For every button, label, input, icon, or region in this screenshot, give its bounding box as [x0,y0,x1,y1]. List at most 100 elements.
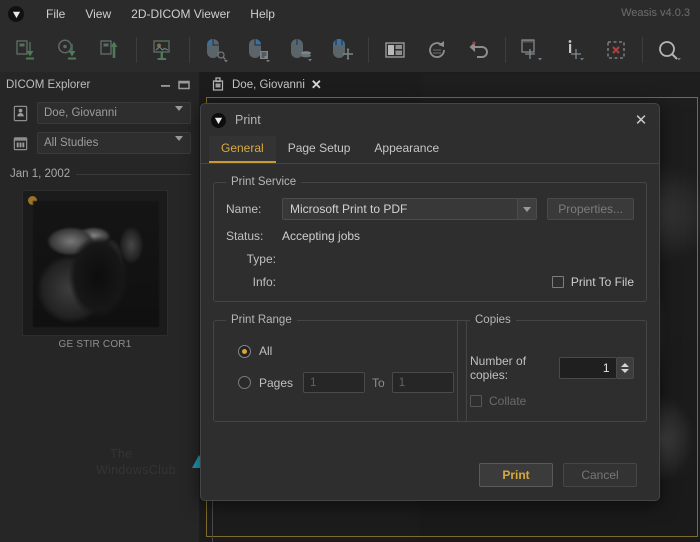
print-to-file-label: Print To File [570,275,634,289]
annotation-icon[interactable] [554,31,594,69]
range-pages-label: Pages [259,375,294,390]
checkbox-box [551,276,564,288]
tab-appearance[interactable]: Appearance [362,136,451,163]
patient-tab-icon [210,76,226,95]
printer-status-row: Status: Accepting jobs [226,229,634,243]
chevron-down-icon[interactable] [517,199,537,219]
menu-file[interactable]: File [36,3,75,25]
print-to-file-checkbox[interactable]: Print To File [551,275,634,289]
undo-icon[interactable] [459,31,499,69]
mouse-wheel-action-icon[interactable] [280,31,320,69]
print-dialog-body: Print Service Name: Microsoft Print to P… [201,164,659,422]
radio-all[interactable] [238,344,251,358]
studies-combo[interactable]: All Studies [37,132,191,154]
calendar-icon [10,133,30,153]
printer-status-label: Status: [226,229,264,243]
mouse-left-action-icon[interactable] [196,31,236,69]
measure-icon[interactable] [512,31,552,69]
printer-type-label: Type: [246,252,276,266]
series-thumbnail-label: GE STIR COR1 [58,339,132,350]
pages-from-input[interactable]: 1 [303,372,366,393]
import-image-icon[interactable] [143,31,183,69]
toolbar-separator [189,37,190,63]
printer-name-label: Name: [226,202,262,216]
print-range-group: Print Range All Pages 1 To 1 [213,314,467,422]
printer-name-row: Name: Microsoft Print to PDF Properties.… [226,198,634,220]
toolbar-separator [136,37,137,63]
mouse-middle-action-icon[interactable] [322,31,362,69]
stepper-down-icon[interactable] [620,369,629,373]
delete-drawing-icon[interactable] [596,31,636,69]
properties-button[interactable]: Properties... [547,198,634,220]
watermark-line-2: WindowsClub [96,462,176,477]
weasis-logo-icon [211,112,226,128]
copies-stepper[interactable] [616,357,634,379]
printer-name-select[interactable]: Microsoft Print to PDF [282,198,538,220]
copies-group: Copies Number of copies: 1 Collate [457,314,647,422]
menu-view[interactable]: View [75,3,121,25]
collate-row[interactable]: Collate [470,394,634,408]
patient-combo[interactable]: Doe, Giovanni [37,102,191,124]
divider [76,173,191,175]
menu-bar: File View 2D-DICOM Viewer Help Weasis v4… [0,0,700,28]
import-cd-icon[interactable] [48,31,88,69]
import-dicom-icon[interactable] [6,31,46,69]
app-version-label: Weasis v4.0.3 [621,7,690,19]
copies-legend: Copies [475,314,511,326]
series-thumbnail-list: GE STIR COR1 [0,182,199,350]
chevron-down-icon [175,106,183,123]
maximize-icon[interactable] [175,77,193,93]
printer-name-value: Microsoft Print to PDF [290,202,408,216]
range-all-label: All [259,344,273,358]
close-icon[interactable]: ✕ [631,110,651,130]
mouse-right-action-icon[interactable] [238,31,278,69]
layout-icon[interactable] [375,31,415,69]
pages-to-input[interactable]: 1 [391,372,454,393]
weasis-application-window: File View 2D-DICOM Viewer Help Weasis v4… [0,0,700,542]
export-dicom-icon[interactable] [90,31,130,69]
radio-pages[interactable] [238,376,251,389]
print-dialog-title-bar: Print ✕ [201,104,659,136]
printer-status-value: Accepting jobs [282,229,361,243]
number-of-copies-input[interactable]: 1 [558,357,617,379]
main-toolbar [0,28,700,72]
print-dialog-title: Print [235,113,261,127]
number-of-copies-label: Number of copies: [470,354,527,382]
range-and-copies-row: Print Range All Pages 1 To 1 Copies Numb… [213,314,647,422]
series-thumbnail[interactable] [22,190,168,336]
print-range-legend: Print Range [231,314,292,326]
tab-general[interactable]: General [209,136,276,163]
zoom-icon[interactable] [649,31,689,69]
close-icon[interactable]: ✕ [311,77,322,93]
study-date-row: Jan 1, 2002 [0,158,199,182]
study-date-label: Jan 1, 2002 [10,168,71,180]
thumbnail-image [33,201,159,327]
print-service-legend: Print Service [231,176,297,188]
menu-2d-dicom-viewer[interactable]: 2D-DICOM Viewer [121,3,240,25]
printer-type-row: Type: [226,252,634,266]
watermark: The WindowsClub [96,447,206,493]
toolbar-separator [368,37,369,63]
studies-selector-row: All Studies [0,128,199,158]
minimize-icon[interactable] [157,77,175,93]
weasis-logo-icon[interactable] [8,6,24,22]
watermark-line-1: The [110,447,133,461]
print-service-group: Print Service Name: Microsoft Print to P… [213,176,647,302]
tab-page-setup[interactable]: Page Setup [276,136,363,163]
cancel-button[interactable]: Cancel [563,463,637,487]
toolbar-separator [505,37,506,63]
print-dialog: Print ✕ General Page Setup Appearance Pr… [200,103,660,501]
collate-checkbox[interactable] [470,395,482,407]
range-all-row[interactable]: All [238,344,454,358]
patient-combo-value: Doe, Giovanni [44,107,117,119]
more-tools-icon[interactable] [691,31,700,69]
print-button[interactable]: Print [479,463,553,487]
studies-combo-value: All Studies [44,137,99,149]
patient-icon [10,103,30,123]
stepper-up-icon[interactable] [620,363,629,367]
series-tab[interactable]: Doe, Giovanni ✕ [206,74,330,97]
number-of-copies-row: Number of copies: 1 [470,354,634,382]
menu-help[interactable]: Help [240,3,285,25]
reset-rotate-icon[interactable] [417,31,457,69]
print-dialog-footer: Print Cancel [201,450,659,500]
